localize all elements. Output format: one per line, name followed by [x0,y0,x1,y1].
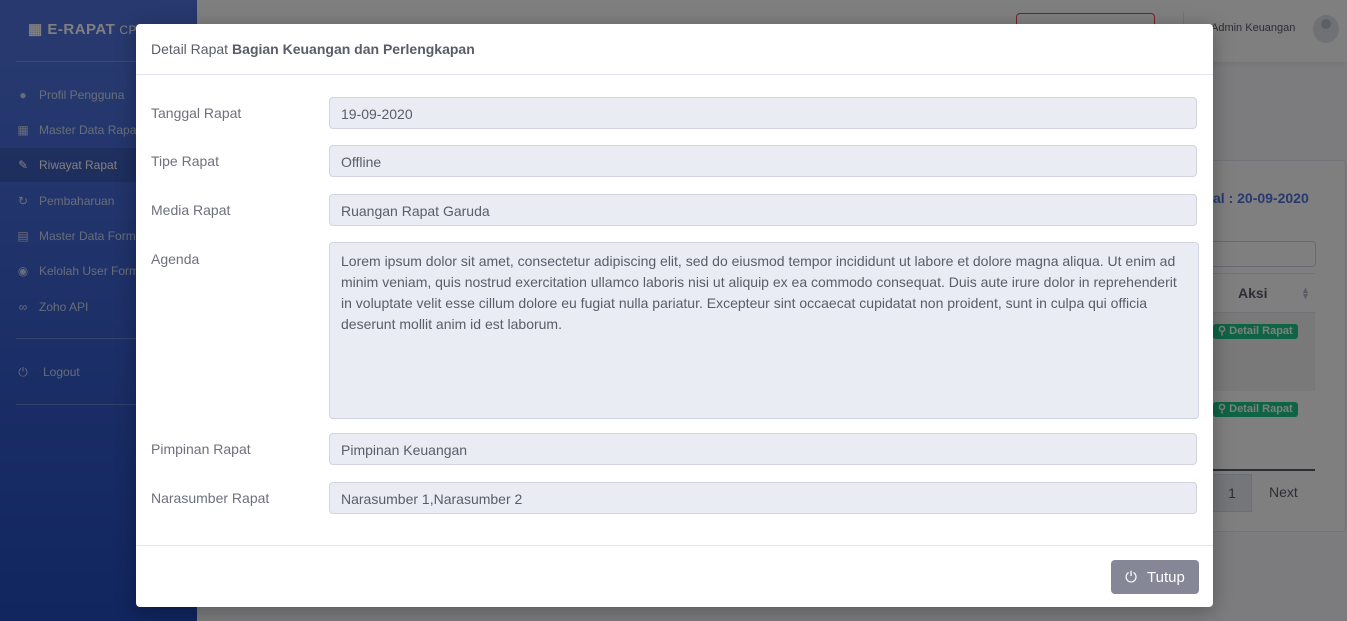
pimpinan-rapat-label: Pimpinan Rapat [151,441,251,457]
modal-header: Detail Rapat Bagian Keuangan dan Perleng… [136,24,1213,75]
narasumber-rapat-label: Narasumber Rapat [151,490,270,506]
narasumber-rapat-field[interactable]: Narasumber 1,Narasumber 2 [329,482,1197,514]
detail-rapat-modal: Detail Rapat Bagian Keuangan dan Perleng… [136,24,1213,607]
tutup-label: Tutup [1147,568,1185,586]
tanggal-rapat-label: Tanggal Rapat [151,105,242,121]
modal-title-prefix: Detail Rapat [151,41,229,57]
power-icon: ⏻ [1125,568,1138,586]
modal-footer-divider [136,545,1213,546]
media-rapat-label: Media Rapat [151,202,231,218]
agenda-textarea[interactable]: Lorem ipsum dolor sit amet, consectetur … [329,242,1199,419]
tanggal-rapat-field[interactable]: 19-09-2020 [329,97,1197,129]
tipe-rapat-label: Tipe Rapat [151,153,219,169]
media-rapat-field[interactable]: Ruangan Rapat Garuda [329,194,1197,226]
modal-title: Bagian Keuangan dan Perlengkapan [232,41,475,57]
tutup-button[interactable]: ⏻ Tutup [1111,560,1199,594]
tipe-rapat-field[interactable]: Offline [329,145,1197,177]
pimpinan-rapat-field[interactable]: Pimpinan Keuangan [329,433,1197,465]
agenda-label: Agenda [151,251,200,267]
